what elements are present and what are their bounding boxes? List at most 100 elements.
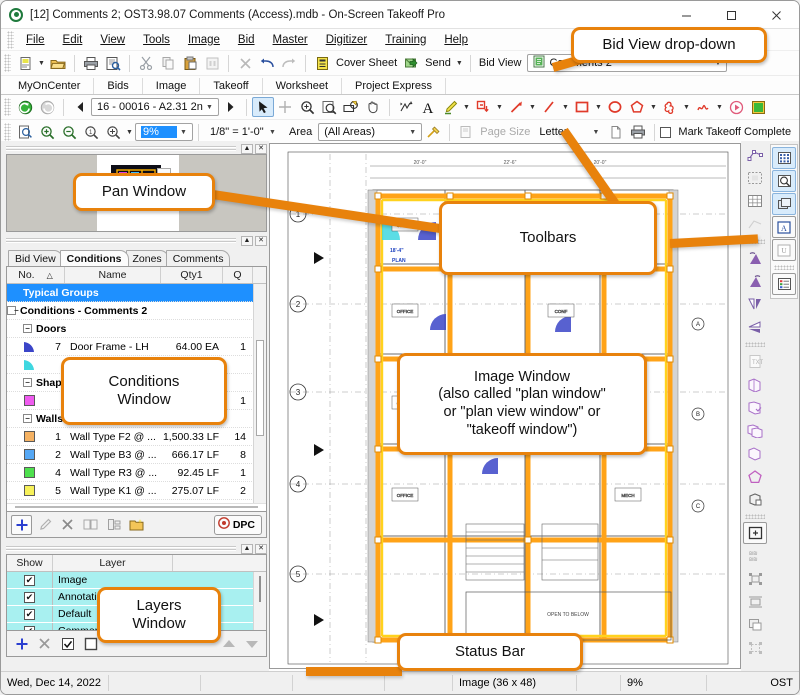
zoom-area-icon[interactable]: [318, 97, 340, 117]
menu-file[interactable]: File: [17, 32, 54, 48]
cloud-dropdown[interactable]: ▼: [681, 97, 692, 117]
area-dropdown[interactable]: (All Areas) ▼: [318, 123, 423, 141]
delete-layer-icon[interactable]: [34, 634, 55, 654]
underline-icon[interactable]: U: [772, 239, 796, 261]
mark-takeoff-complete-checkbox[interactable]: Mark Takeoff Complete: [660, 126, 794, 138]
measure-icon[interactable]: [395, 97, 417, 117]
polygon-dropdown[interactable]: ▼: [648, 97, 659, 117]
toolbar-grip-icon[interactable]: [4, 123, 11, 141]
print-icon[interactable]: [80, 53, 102, 73]
table-row[interactable]: 2 Wall Type B3 @ ... 666.17 LF 8: [7, 446, 266, 464]
zoom-actual-size-icon[interactable]: 1: [80, 122, 102, 142]
table-row[interactable]: 4 Wall Type R3 @ ... 92.45 LF 1: [7, 464, 266, 482]
annotation-icon[interactable]: A: [772, 216, 796, 238]
new-document-icon[interactable]: [14, 53, 36, 73]
print-preview-icon[interactable]: [102, 53, 124, 73]
scrollbar-thumb[interactable]: [259, 576, 261, 602]
snap-vertex-icon[interactable]: [743, 144, 767, 166]
pan-window-restore-button[interactable]: ▲: [241, 143, 253, 154]
print-page-icon[interactable]: [627, 122, 649, 142]
zoom-fit-width-icon[interactable]: [102, 122, 124, 142]
menu-edit[interactable]: Edit: [54, 32, 92, 48]
tab-worksheet[interactable]: Worksheet: [263, 78, 342, 94]
expander-icon[interactable]: −: [23, 324, 32, 333]
cover-sheet-label[interactable]: Cover Sheet: [333, 57, 400, 69]
rotate-left-icon[interactable]: [743, 247, 767, 269]
scrollbar-thumb[interactable]: [256, 340, 264, 436]
zoom-level-input[interactable]: 9% ▼: [135, 123, 193, 141]
tab-zones[interactable]: Zones: [125, 250, 169, 266]
open-folder-condition-icon[interactable]: [126, 515, 147, 535]
next-page-icon[interactable]: [219, 97, 241, 117]
redo-icon[interactable]: [278, 53, 300, 73]
layers-window-restore-button[interactable]: ▲: [241, 543, 253, 554]
column-header-qty1[interactable]: Qty1: [161, 267, 223, 283]
cover-sheet-icon[interactable]: [311, 53, 333, 73]
layers-window-grip-icon[interactable]: [6, 545, 236, 552]
shape-object-icon[interactable]: [743, 442, 767, 464]
flip-vertical-icon[interactable]: [743, 316, 767, 338]
table-row[interactable]: [7, 500, 266, 503]
scatter-object-icon[interactable]: ₪₪ ₪₪: [743, 545, 767, 567]
table-row[interactable]: 1 Wall Type F2 @ ... 1,500.33 LF 14: [7, 428, 266, 446]
column-header-no[interactable]: No. △: [7, 267, 65, 283]
table-row[interactable]: 7 Door Frame - LH 64.00 EA 1: [7, 338, 266, 356]
zoom-dropdown-caret[interactable]: ▼: [124, 122, 135, 142]
select-tool-icon[interactable]: [252, 97, 274, 117]
freehand-dropdown[interactable]: ▼: [714, 97, 725, 117]
conditions-window-close-button[interactable]: ✕: [255, 235, 267, 246]
send-label[interactable]: Send: [422, 57, 454, 69]
cloud-icon[interactable]: [659, 97, 681, 117]
expander-icon[interactable]: −: [7, 306, 19, 315]
zoom-window-icon[interactable]: [340, 97, 362, 117]
tab-myoncenter[interactable]: MyOnCenter: [5, 78, 95, 94]
open-folder-icon[interactable]: [47, 53, 69, 73]
pan-window-close-button[interactable]: ✕: [255, 143, 267, 154]
layer-show-checkbox[interactable]: ✔: [7, 589, 53, 605]
send-dropdown[interactable]: ▼: [454, 53, 465, 73]
tab-bids[interactable]: Bids: [94, 78, 143, 94]
highlighter-dropdown[interactable]: ▼: [461, 97, 472, 117]
copy-object-icon[interactable]: [743, 373, 767, 395]
stamp-icon[interactable]: [472, 97, 494, 117]
table-row[interactable]: − Conditions - Comments 2: [7, 302, 266, 320]
chevron-down-icon[interactable]: ▼: [406, 129, 419, 136]
column-header-layer[interactable]: Layer: [53, 555, 173, 571]
menu-training[interactable]: Training: [376, 32, 435, 48]
checkbox-box[interactable]: [660, 126, 672, 138]
nudge-object-icon[interactable]: [743, 568, 767, 590]
chevron-down-icon[interactable]: ▼: [266, 129, 279, 136]
tab-project-express[interactable]: Project Express: [342, 78, 447, 94]
tab-takeoff[interactable]: Takeoff: [200, 78, 263, 94]
conditions-window-restore-button[interactable]: ▲: [241, 235, 253, 246]
page-setup-icon[interactable]: [455, 122, 477, 142]
paste-special-icon[interactable]: [201, 53, 223, 73]
fit-page-icon[interactable]: [14, 122, 36, 142]
arrow-dropdown[interactable]: ▼: [527, 97, 538, 117]
conditions-vertical-scrollbar[interactable]: [253, 284, 266, 503]
send-icon[interactable]: [400, 53, 422, 73]
line-dropdown[interactable]: ▼: [560, 97, 571, 117]
minimize-button[interactable]: [664, 1, 709, 29]
duplicate-object-icon[interactable]: [743, 419, 767, 441]
table-row[interactable]: 5 Wall Type K1 @ ... 275.07 LF 2: [7, 482, 266, 500]
toolbar-grip-icon[interactable]: [4, 98, 11, 116]
rotate-right-icon[interactable]: [743, 270, 767, 292]
chevron-down-icon[interactable]: ▼: [203, 104, 216, 111]
delete-condition-icon[interactable]: [57, 515, 78, 535]
close-button[interactable]: [754, 1, 799, 29]
tab-conditions[interactable]: Conditions: [59, 250, 129, 266]
delete-icon[interactable]: [234, 53, 256, 73]
scale-dropdown[interactable]: 1/8" = 1'-0" ▼: [204, 123, 282, 141]
menu-bid[interactable]: Bid: [229, 32, 264, 48]
menu-grip-icon[interactable]: [7, 30, 14, 49]
maximize-button[interactable]: [709, 1, 754, 29]
dpc-button[interactable]: DPC: [213, 514, 262, 535]
cut-icon[interactable]: [135, 53, 157, 73]
menu-digitizer[interactable]: Digitizer: [317, 32, 377, 48]
menu-view[interactable]: View: [91, 32, 134, 48]
layer-show-checkbox[interactable]: ✔: [7, 572, 53, 588]
stack-object-icon[interactable]: [743, 614, 767, 636]
layers-stack-icon[interactable]: [772, 193, 796, 215]
highlighter-icon[interactable]: [439, 97, 461, 117]
